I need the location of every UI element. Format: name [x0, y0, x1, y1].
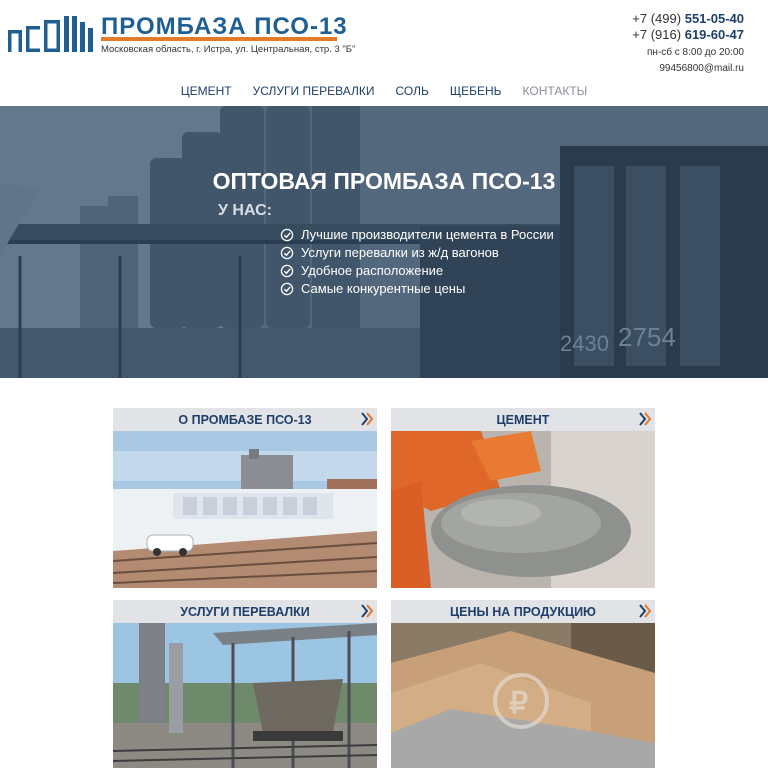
double-chevron-right-icon [361, 604, 373, 618]
card-about[interactable]: О промбазе ПСО-13 [113, 408, 377, 588]
nav-item-gravel[interactable]: Щебень [450, 84, 502, 102]
nav-item-transshipment[interactable]: Услуги перевалки [253, 84, 375, 102]
brand-underline [101, 37, 337, 41]
site-header: ПРОМБАЗА ПСО-13 Московская область, г. И… [0, 0, 768, 80]
phone-2-prefix: +7 (916) [632, 27, 682, 42]
card-cement[interactable]: Цемент [391, 408, 655, 588]
working-hours: пн-сб с 8:00 до 20:00 [647, 47, 744, 58]
prices-photo: ₽ [391, 623, 655, 768]
card-header[interactable]: Услуги перевалки [113, 600, 377, 623]
hero-feature-item: Самые конкурентные цены [280, 280, 554, 298]
card-header[interactable]: Цены на продукцию [391, 600, 655, 623]
hero-feature-text: Самые конкурентные цены [301, 281, 466, 296]
card-image-transshipment[interactable] [113, 623, 377, 768]
main-nav: Цемент Услуги перевалки Соль Щебень Конт… [0, 84, 768, 102]
hero-feature-text: Удобное расположение [301, 263, 444, 278]
hero-feature-item: Удобное расположение [280, 262, 554, 280]
card-title: Цены на продукцию [450, 604, 596, 619]
phone-1[interactable]: +7 (499) 551-05-40 [544, 11, 744, 27]
hero-subtitle: У НАС: [218, 202, 272, 219]
phone-1-prefix: +7 (499) [632, 11, 682, 26]
nav-item-contacts[interactable]: Контакты [523, 84, 588, 102]
phone-2-number: 619-60-47 [684, 27, 744, 42]
nav-item-salt[interactable]: Соль [395, 84, 428, 102]
hero-feature-item: Услуги перевалки из ж/д вагонов [280, 244, 554, 262]
check-circle-icon [280, 282, 294, 296]
double-chevron-right-icon [361, 412, 373, 426]
check-circle-icon [280, 264, 294, 278]
hero-feature-text: Лучшие производители цемента в России [301, 227, 554, 242]
hero-feature-text: Услуги перевалки из ж/д вагонов [301, 245, 499, 260]
pso-logo-icon[interactable] [8, 14, 96, 54]
check-circle-icon [280, 228, 294, 242]
card-prices[interactable]: Цены на продукцию ₽ [391, 600, 655, 768]
email-link[interactable]: 99456800@mail.ru [544, 62, 744, 76]
transshipment-photo [113, 623, 377, 768]
card-title: Услуги перевалки [180, 604, 310, 619]
card-header[interactable]: О промбазе ПСО-13 [113, 408, 377, 431]
hero-features-list: Лучшие производители цемента в России Ус… [280, 226, 554, 298]
hero-feature-item: Лучшие производители цемента в России [280, 226, 554, 244]
card-title: О промбазе ПСО-13 [178, 412, 312, 427]
card-transshipment[interactable]: Услуги перевалки [113, 600, 377, 768]
phone-1-number: 551-05-40 [684, 11, 744, 26]
hero-title: ОПТОВАЯ ПРОМБАЗА ПСО-13 [212, 168, 556, 194]
price-watermark-glyph: ₽ [509, 687, 528, 720]
double-chevron-right-icon [639, 412, 651, 426]
card-header[interactable]: Цемент [391, 408, 655, 431]
double-chevron-right-icon [639, 604, 651, 618]
phone-2[interactable]: +7 (916) 619-60-47 [544, 27, 744, 43]
hero-banner: 2430 2754 ОПТОВАЯ ПРОМБАЗА ПСО-13 У НАС:… [0, 106, 768, 378]
brand-address: Московская область, г. Истра, ул. Центра… [101, 44, 356, 55]
cement-photo [391, 431, 655, 588]
base-photo [113, 431, 377, 588]
nav-item-cement[interactable]: Цемент [181, 84, 232, 102]
check-circle-icon [280, 246, 294, 260]
contacts-block: +7 (499) 551-05-40 +7 (916) 619-60-47 пн… [544, 11, 744, 76]
card-image-prices[interactable]: ₽ [391, 623, 655, 768]
card-image-cement[interactable] [391, 431, 655, 588]
card-title: Цемент [496, 412, 550, 427]
card-image-base[interactable] [113, 431, 377, 588]
